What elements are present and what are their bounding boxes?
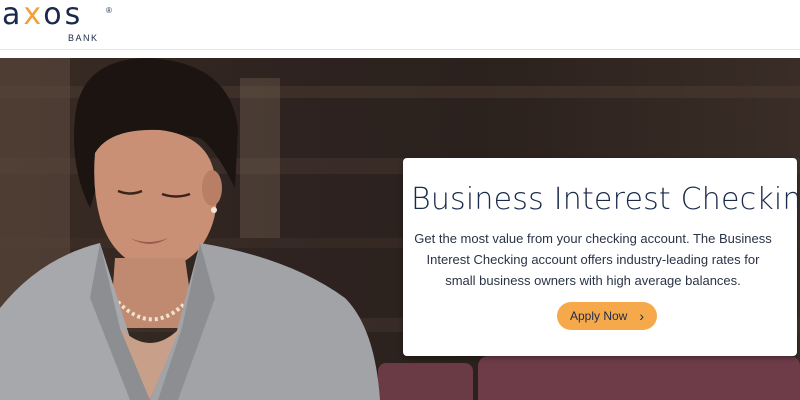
site-header: axos ® BANK	[0, 0, 800, 50]
registered-mark: ®	[106, 6, 112, 15]
axos-bank-logo[interactable]: axos ® BANK	[2, 0, 122, 46]
logo-wordmark: axos	[2, 0, 84, 32]
card-title: Business Interest Checking	[411, 182, 800, 217]
apply-now-button[interactable]: Apply Now ›	[557, 302, 657, 330]
apply-now-label: Apply Now	[569, 309, 628, 323]
chevron-right-icon: ›	[639, 308, 645, 324]
hero-photo	[0, 58, 380, 400]
hero-banner: Business Interest Checking Get the most …	[0, 58, 800, 400]
product-card: Business Interest Checking Get the most …	[403, 158, 800, 356]
logo-subtext: BANK	[68, 33, 99, 43]
seat-cushion	[478, 356, 800, 400]
card-description: Get the most value from your checking ac…	[414, 231, 772, 288]
